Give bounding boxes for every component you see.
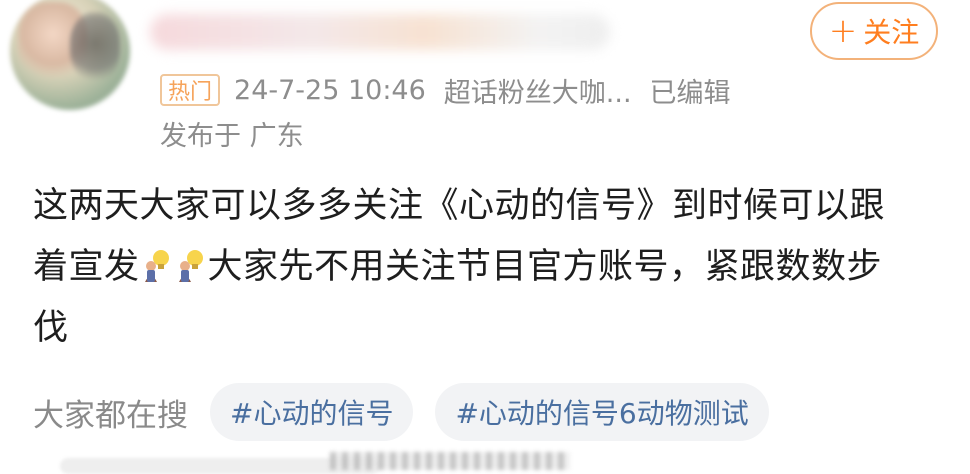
edited-label[interactable]: 已编辑 <box>650 71 731 110</box>
follow-button[interactable]: + 关注 <box>810 2 938 60</box>
post-timestamp: 24-7-25 10:46 <box>234 74 426 106</box>
post-content-text: 着宣发 <box>33 247 140 287</box>
post-content-line: 这两天大家可以多多关注《心动的信号》到时候可以跟 <box>33 186 886 226</box>
trending-search-label: 大家都在搜 <box>33 397 188 434</box>
post-content-text: 大家先不用关注节目官方账号，紧跟数数步 <box>207 247 883 287</box>
topic-chip[interactable]: #心动的信号 <box>210 383 414 441</box>
avatar[interactable] <box>10 0 130 110</box>
post-location: 发布于 广东 <box>160 121 304 152</box>
trending-search: 大家都在搜 #心动的信号 #心动的信号6动物测试 <box>33 382 791 442</box>
username-blurred[interactable] <box>150 14 610 50</box>
post-meta: 热门 24-7-25 10:46 超话粉丝大咖... 已编辑 <box>160 70 731 110</box>
follow-button-label: 关注 <box>863 16 920 49</box>
post-content-line: 着宣发 大家先不用关注节目官方账号，紧跟数数步 <box>33 237 933 298</box>
lightbulb-person-emoji-icon <box>178 250 203 282</box>
blurred-footer-text <box>330 452 570 470</box>
lightbulb-person-emoji-icon <box>144 250 169 282</box>
post-content-line: 伐 <box>33 308 69 348</box>
post-content: 这两天大家可以多多关注《心动的信号》到时候可以跟 着宣发 大家先不用关注节目官方… <box>33 176 933 359</box>
hot-badge: 热门 <box>160 74 221 106</box>
plus-icon: + <box>828 11 858 51</box>
topic-chip[interactable]: #心动的信号6动物测试 <box>435 383 769 441</box>
post-source[interactable]: 超话粉丝大咖... <box>444 71 632 110</box>
